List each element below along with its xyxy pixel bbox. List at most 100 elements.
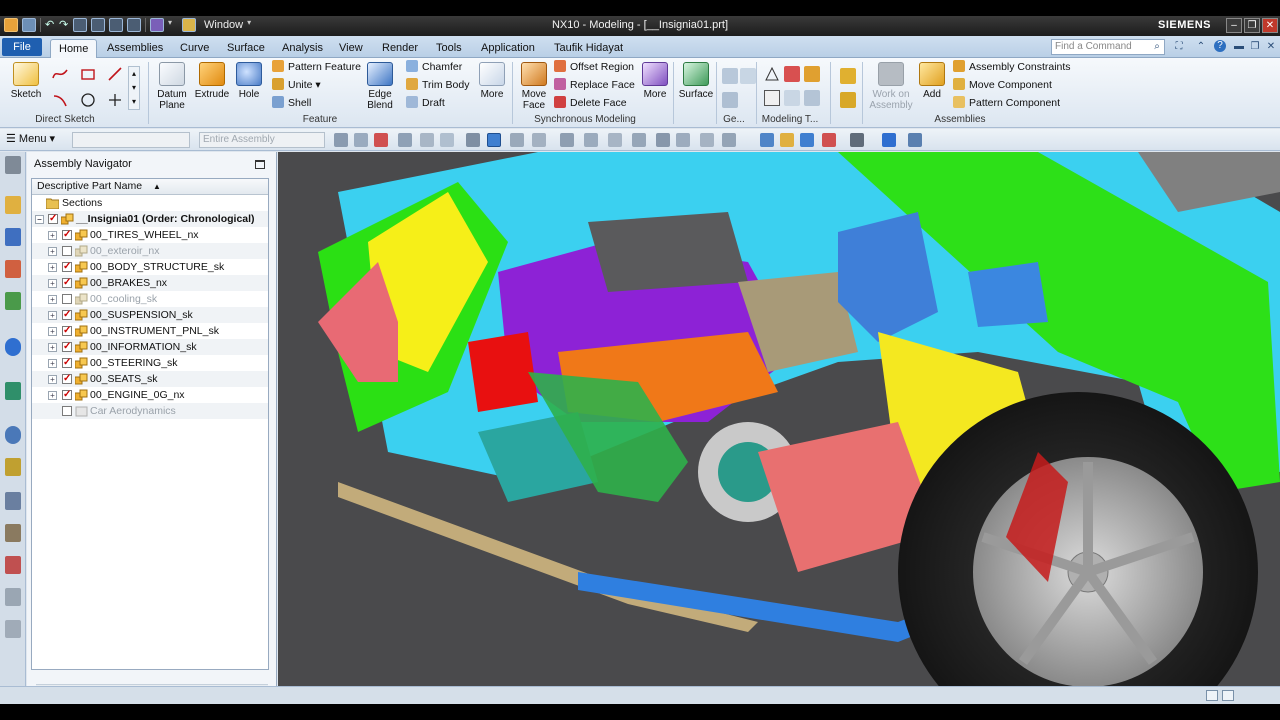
part-family-icon[interactable]: [784, 90, 800, 106]
extract-geometry-icon[interactable]: [722, 68, 738, 84]
expression-icon[interactable]: [784, 66, 800, 82]
minimize-button[interactable]: –: [1226, 18, 1242, 33]
render-style-icon[interactable]: [850, 133, 864, 147]
move-component-button[interactable]: Move Component: [953, 78, 1052, 93]
expand-icon[interactable]: +: [48, 375, 57, 384]
web-browser-icon[interactable]: [5, 338, 21, 356]
wave-linker-icon[interactable]: [740, 68, 756, 84]
column-header-descriptive-part-name[interactable]: Descriptive Part Name ▲: [32, 179, 268, 195]
tree-node-component[interactable]: + 00_SUSPENSION_sk: [32, 307, 268, 323]
expand-icon[interactable]: +: [48, 279, 57, 288]
expand-icon[interactable]: +: [48, 391, 57, 400]
arc-icon[interactable]: [52, 92, 68, 108]
pattern-feature-button[interactable]: Pattern Feature: [272, 60, 361, 75]
expand-icon[interactable]: +: [48, 263, 57, 272]
restore-button[interactable]: ❐: [1244, 18, 1260, 33]
close-button[interactable]: ✕: [1262, 18, 1278, 33]
snap-bounded-grid-icon[interactable]: [722, 133, 736, 147]
snap-on-surface-icon[interactable]: [700, 133, 714, 147]
tab-taufik-hidayat[interactable]: Taufik Hidayat: [546, 39, 631, 58]
feature-more-button[interactable]: More: [477, 62, 507, 100]
visibility-checkbox[interactable]: [62, 355, 72, 371]
manufacturing-wizards-icon[interactable]: [5, 524, 21, 542]
snap-end-icon[interactable]: [510, 133, 524, 147]
shell-button[interactable]: Shell: [272, 96, 311, 111]
zoom-icon[interactable]: [780, 133, 794, 147]
tab-home[interactable]: Home: [50, 39, 98, 58]
chamfer-button[interactable]: Chamfer: [406, 60, 462, 75]
tree-node-component[interactable]: + 00_exteroir_nx: [32, 243, 268, 259]
unite-button[interactable]: Unite ▾: [272, 78, 321, 93]
circle-icon[interactable]: [80, 92, 96, 108]
menu-button[interactable]: ☰ Menu ▾: [6, 132, 55, 145]
fit-view-icon[interactable]: [760, 133, 774, 147]
expand-icon[interactable]: +: [48, 359, 57, 368]
tab-application[interactable]: Application: [473, 39, 543, 58]
history-icon[interactable]: [5, 382, 21, 400]
surface-button[interactable]: Surface: [678, 62, 714, 100]
visibility-checkbox[interactable]: [62, 406, 72, 416]
status-toggle-icon[interactable]: [1206, 690, 1218, 701]
visibility-checkbox[interactable]: [62, 294, 72, 304]
assembly-constraints-button[interactable]: Assembly Constraints: [953, 60, 1071, 75]
solid-body-filter-icon[interactable]: [487, 133, 501, 147]
tree-node-sections[interactable]: Sections: [32, 195, 268, 211]
tab-curve[interactable]: Curve: [172, 39, 217, 58]
snap-mid-icon[interactable]: [532, 133, 546, 147]
tree-node-component[interactable]: + 00_BRAKES_nx: [32, 275, 268, 291]
tab-analysis[interactable]: Analysis: [274, 39, 331, 58]
reuse-library-icon[interactable]: [5, 292, 21, 310]
box-select-icon[interactable]: [440, 133, 454, 147]
point-icon[interactable]: [107, 92, 123, 108]
palette-icon[interactable]: [5, 620, 21, 638]
replace-face-button[interactable]: Replace Face: [554, 78, 635, 93]
snap-intersection-icon[interactable]: [584, 133, 598, 147]
full-screen-icon[interactable]: ⛶: [1172, 40, 1186, 53]
collapse-ribbon-icon[interactable]: ⌃: [1194, 40, 1208, 53]
graphics-window[interactable]: [278, 152, 1280, 686]
sketch-button[interactable]: Sketch: [8, 62, 44, 100]
extrude-button[interactable]: Extrude: [194, 62, 230, 100]
orient-view-icon[interactable]: [882, 133, 896, 147]
expand-icon[interactable]: +: [48, 247, 57, 256]
work-on-assembly-button[interactable]: Work on Assembly: [868, 62, 914, 111]
find-command-input[interactable]: Find a Command: [1051, 39, 1165, 55]
snap-on-curve-icon[interactable]: [676, 133, 690, 147]
sketch-gallery-scroll[interactable]: ▴ ▾ ▾: [128, 66, 140, 110]
circle-select-icon[interactable]: [466, 133, 480, 147]
tree-node-component[interactable]: + 00_ENGINE_0G_nx: [32, 387, 268, 403]
tab-render[interactable]: Render: [374, 39, 426, 58]
delete-face-button[interactable]: Delete Face: [554, 96, 627, 111]
snap-quadrant-icon[interactable]: [632, 133, 646, 147]
tree-node-component[interactable]: + 00_SEATS_sk: [32, 371, 268, 387]
part-navigator-icon[interactable]: [5, 260, 21, 278]
visibility-checkbox[interactable]: [62, 275, 72, 291]
expand-icon[interactable]: +: [48, 231, 57, 240]
expand-icon[interactable]: +: [48, 295, 57, 304]
expand-icon[interactable]: +: [48, 311, 57, 320]
status-toggle-icon[interactable]: [1222, 690, 1234, 701]
visibility-checkbox[interactable]: [62, 307, 72, 323]
triangle-icon[interactable]: [764, 66, 780, 82]
expand-icon[interactable]: +: [48, 327, 57, 336]
assembly-tool-icon[interactable]: [840, 68, 856, 84]
draft-button[interactable]: Draft: [406, 96, 445, 111]
rotate-icon[interactable]: [800, 133, 814, 147]
visibility-checkbox[interactable]: [62, 323, 72, 339]
promote-body-icon[interactable]: [722, 92, 738, 108]
expand-icon[interactable]: +: [48, 343, 57, 352]
visibility-checkbox[interactable]: [62, 387, 72, 403]
collapse-icon[interactable]: –: [35, 215, 44, 224]
tree-node-component[interactable]: + 00_cooling_sk: [32, 291, 268, 307]
rectangle-icon[interactable]: [80, 66, 96, 82]
ribbon-restore-icon[interactable]: ❐: [1248, 40, 1262, 53]
tree-node-component[interactable]: + 00_TIRES_WHEEL_nx: [32, 227, 268, 243]
ribbon-close-icon[interactable]: ✕: [1264, 40, 1278, 53]
visibility-checkbox[interactable]: [62, 259, 72, 275]
visibility-checkbox[interactable]: [62, 246, 72, 256]
lasso-select-icon[interactable]: [420, 133, 434, 147]
visibility-checkbox[interactable]: [62, 339, 72, 355]
tree-node-component[interactable]: + 00_INFORMATION_sk: [32, 339, 268, 355]
datum-plane-button[interactable]: Datum Plane: [154, 62, 190, 111]
visibility-checkbox[interactable]: [62, 371, 72, 387]
